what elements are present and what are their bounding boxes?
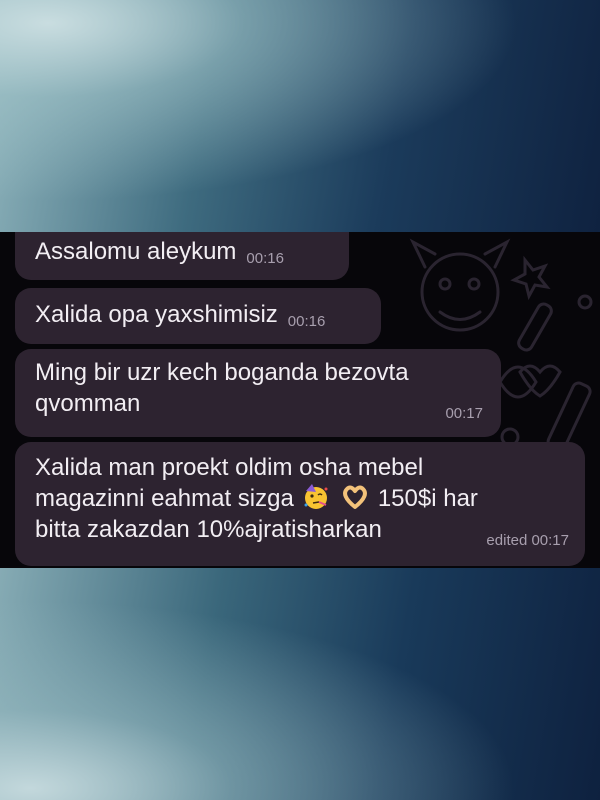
message-bubble[interactable]: Xalida opa yaxshimisiz 00:16 (15, 288, 381, 344)
message-text-line: Xalida man proekt oldim osha mebel (35, 454, 424, 481)
message-time: 00:16 (287, 313, 326, 330)
message-text: Assalomu aleykum (35, 238, 237, 265)
blurred-background-bottom (0, 568, 600, 800)
blurred-background-top (0, 0, 600, 232)
heart-hands-emoji (343, 485, 368, 509)
message-bubble[interactable]: Assalomu aleykum 00:16 (15, 232, 349, 280)
message-text-line: Ming bir uzr kech boganda bezovta (35, 359, 409, 386)
chat-screenshot: Assalomu aleykum 00:16 Xalida opa yaxshim… (0, 232, 600, 568)
message-bubble[interactable]: Ming bir uzr kech boganda bezovta qvomma… (15, 349, 501, 437)
partying-face-emoji (304, 484, 328, 509)
message-time: 00:16 (246, 250, 284, 267)
message-text: magazinni eahmat sizga (35, 485, 294, 512)
message-bubble[interactable]: Xalida man proekt oldim osha mebel magaz… (15, 442, 585, 566)
message-text-line: magazinni eahmat sizga 150$i har (35, 483, 567, 514)
message-text: Xalida opa yaxshimisiz (35, 301, 278, 328)
message-time: edited 00:17 (486, 532, 569, 549)
message-text-line: qvomman (35, 390, 141, 417)
message-text: 150$i har (377, 485, 478, 512)
message-time: 00:17 (445, 405, 483, 422)
